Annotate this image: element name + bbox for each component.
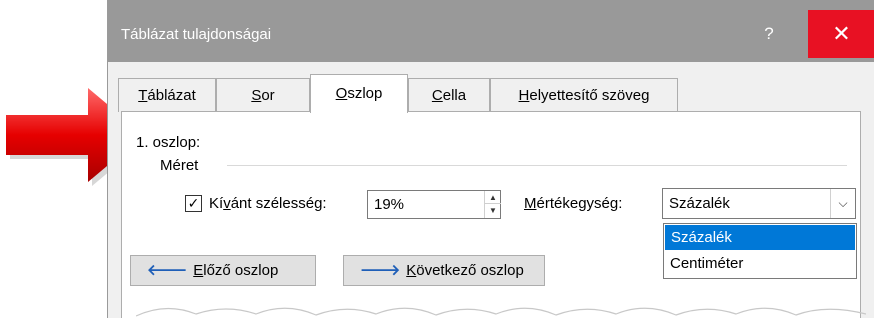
- checkmark-icon: ✓: [187, 195, 200, 211]
- unit-option-centimeter[interactable]: Centiméter: [664, 251, 856, 277]
- tab-cell[interactable]: Cella: [408, 78, 490, 112]
- size-group-label: Méret: [160, 157, 199, 174]
- column-number-label: 1. oszlop:: [136, 134, 201, 151]
- chevron-down-icon[interactable]: ⌵: [830, 189, 855, 218]
- tab-table[interactable]: Táblázat: [118, 78, 216, 112]
- column-tab-panel: 1. oszlop: Méret ✓ Kívánt szélesség: 19%…: [121, 111, 866, 318]
- dialog-title: Táblázat tulajdonságai: [121, 26, 272, 43]
- table-properties-dialog: Táblázat tulajdonságai ? ✕ Táblázat Sor …: [107, 0, 874, 318]
- torn-edge-decoration: [136, 307, 866, 317]
- preferred-width-input[interactable]: 19% ▲ ▼: [367, 190, 501, 219]
- previous-column-button[interactable]: 🡐 Előző oszlop: [130, 255, 316, 286]
- arrow-left-icon: 🡐: [147, 262, 188, 279]
- arrow-right-icon: 🡒: [360, 262, 401, 279]
- next-column-button[interactable]: 🡒 Következő oszlop: [343, 255, 545, 286]
- tab-row[interactable]: Sor: [216, 78, 310, 112]
- spin-up-icon[interactable]: ▲: [485, 191, 501, 204]
- close-button[interactable]: ✕: [808, 10, 874, 58]
- size-group-divider: [227, 165, 847, 166]
- tab-alt-text[interactable]: Helyettesítő szöveg: [490, 78, 678, 112]
- unit-option-percent[interactable]: Százalék: [665, 225, 855, 250]
- help-button[interactable]: ?: [748, 14, 790, 54]
- unit-label: Mértékegység:: [524, 195, 623, 212]
- preferred-width-checkbox[interactable]: ✓: [185, 195, 202, 212]
- tab-column[interactable]: Oszlop: [310, 74, 408, 113]
- unit-dropdown-list: Százalék Centiméter: [663, 223, 857, 279]
- width-spinner[interactable]: ▲ ▼: [484, 191, 501, 218]
- preferred-width-label: Kívánt szélesség:: [209, 195, 327, 212]
- spin-down-icon[interactable]: ▼: [485, 204, 501, 217]
- title-bar: Táblázat tulajdonságai ? ✕: [108, 0, 874, 62]
- unit-select[interactable]: Százalék ⌵: [662, 188, 856, 219]
